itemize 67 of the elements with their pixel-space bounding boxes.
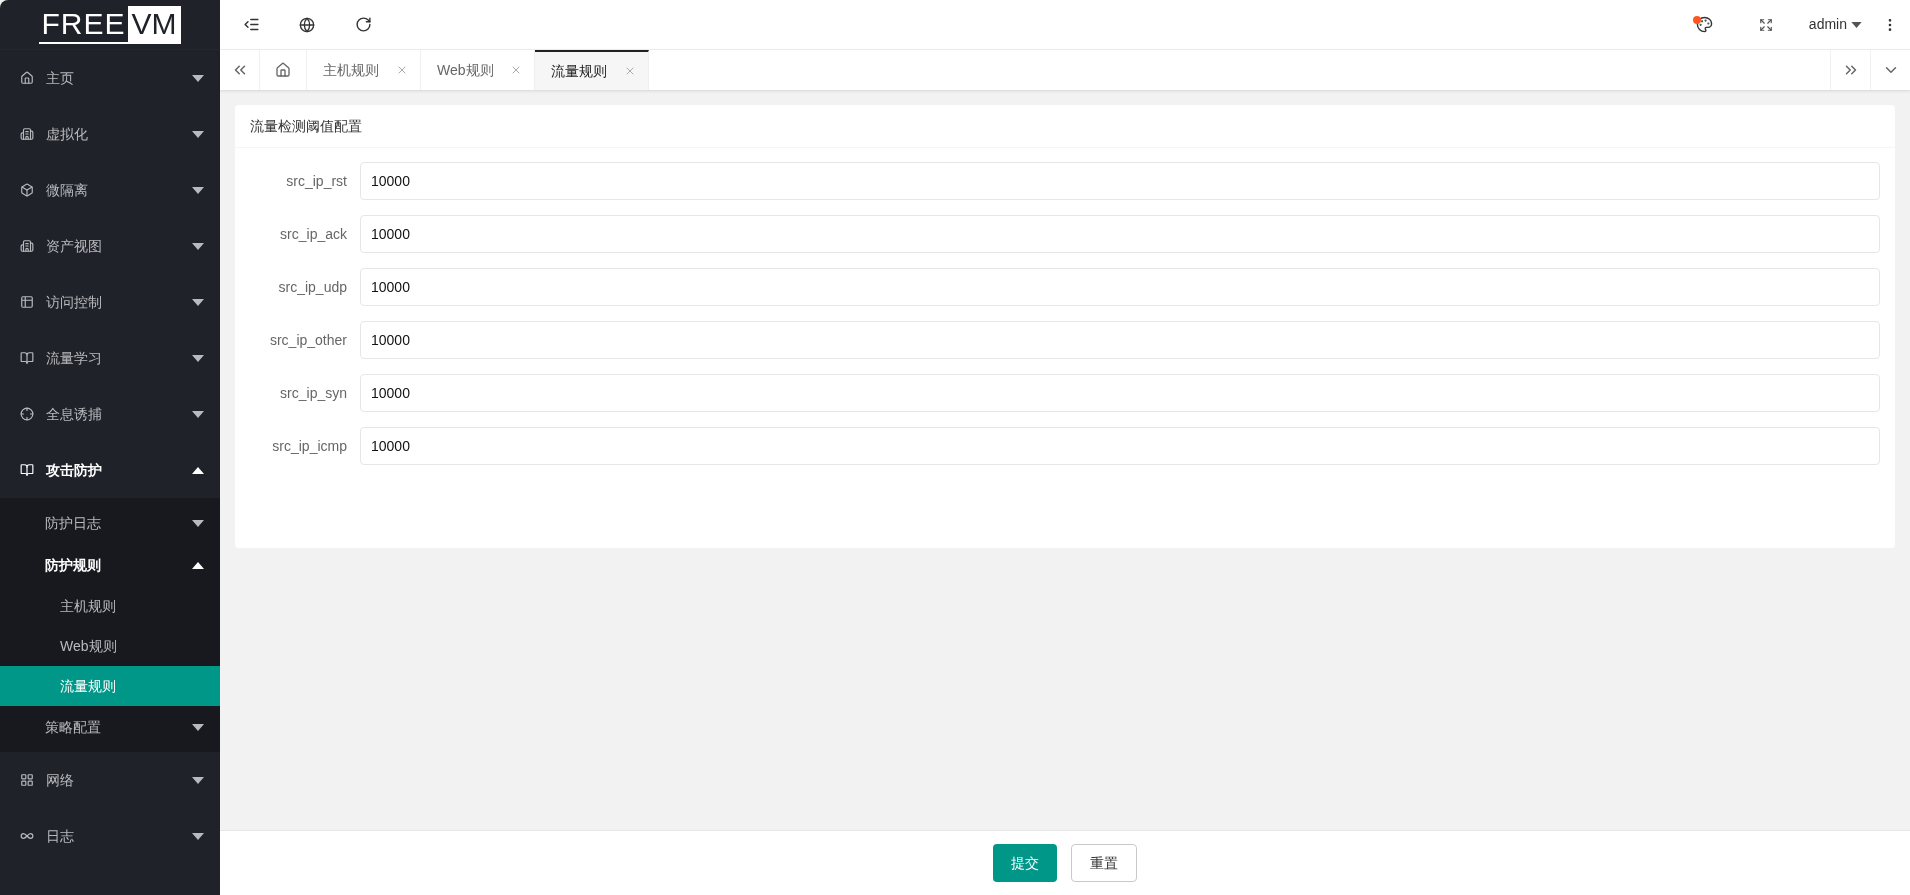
caret-down-icon [192,354,204,362]
sidebar-subitem[interactable]: 流量规则 [0,666,220,706]
grid-icon [20,773,34,787]
caret-down-icon [192,776,204,784]
close-icon[interactable] [396,64,408,76]
input-field[interactable]: 10000 [360,427,1880,465]
field-label: src_ip_icmp [271,436,348,456]
book-icon [20,463,34,477]
home-icon [20,71,34,85]
building-icon [20,127,34,141]
field-label: src_ip_rst [285,171,348,191]
input-field[interactable]: 10000 [360,162,1880,200]
cube-icon [20,183,34,197]
book-icon [20,351,34,365]
sidebar-item[interactable]: 虚拟化 [0,106,220,162]
sidebar-subitem[interactable]: 防护规则 [0,544,220,586]
caret-up-icon [192,466,204,474]
caret-down-icon [192,723,204,731]
home-icon [275,62,291,78]
input-field[interactable]: 10000 [360,215,1880,253]
refresh-icon [354,16,372,33]
close-icon[interactable] [624,65,636,77]
sidebar-subitem[interactable]: Web规则 [0,626,220,666]
sidebar-item[interactable]: 微隔离 [0,162,220,218]
field-label: src_ip_udp [277,277,348,297]
logo: FREE VM [39,5,181,44]
sidebar-item[interactable]: 网络 [0,752,220,808]
caret-down-icon [192,519,204,527]
sidebar-item[interactable]: 攻击防护 [0,442,220,498]
menu-icon [242,16,260,33]
caret-down-icon [192,410,204,418]
sidebar-item[interactable]: 资产视图 [0,218,220,274]
sidebar-subitem[interactable]: 主机规则 [0,586,220,626]
submit-button[interactable]: 提交 [993,844,1057,882]
crosshair-icon [20,407,34,421]
close-icon[interactable] [510,64,522,76]
sidebar-item[interactable]: 全息诱捕 [0,386,220,442]
table-icon [20,295,34,309]
sidebar-subitem[interactable]: 防护日志 [0,502,220,544]
field-label: src_ip_syn [279,383,348,403]
field-label: src_ip_ack [279,224,348,244]
input-field[interactable]: 10000 [360,321,1880,359]
user-menu[interactable]: admin [1808,0,1862,49]
input-field[interactable]: 10000 [360,268,1880,306]
sidebar-item[interactable]: 访问控制 [0,274,220,330]
sidebar-subitem[interactable]: 策略配置 [0,706,220,748]
caret-down-icon [192,130,204,138]
sidebar-item[interactable]: 主页 [0,50,220,106]
card-title: 流量检测阈值配置 [235,105,1895,148]
caret-down-icon [192,186,204,194]
sidebar-item[interactable]: 流量学习 [0,330,220,386]
tab[interactable]: 主机规则 [307,50,421,90]
field-label: src_ip_other [268,330,348,350]
fullscreen-icon [1758,17,1773,32]
globe-icon [299,16,315,33]
palette-icon [1696,16,1714,33]
caret-up-icon [192,561,204,569]
input-field[interactable]: 10000 [360,374,1880,412]
sidebar-item[interactable]: 日志 [0,808,220,864]
caret-down-icon [192,298,204,306]
reset-button[interactable]: 重置 [1071,844,1137,882]
caret-down-icon [192,832,204,840]
caret-down-icon [192,242,204,250]
caret-down-icon [1851,21,1862,28]
building-icon [20,239,34,253]
caret-down-icon [192,74,204,82]
tab[interactable]: 流量规则 [535,50,649,90]
